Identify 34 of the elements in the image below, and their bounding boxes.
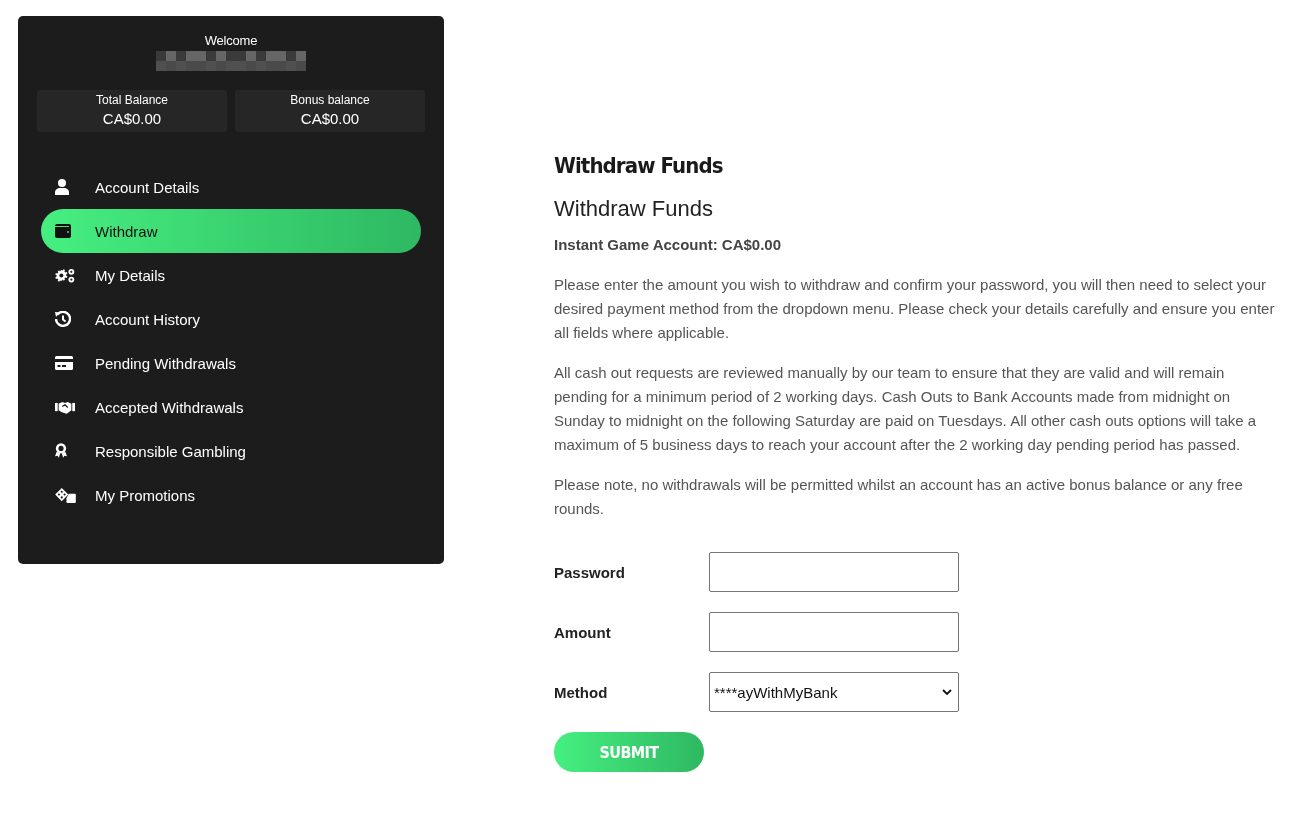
menu-item[interactable]: Withdraw xyxy=(41,209,421,253)
input-field[interactable] xyxy=(709,552,959,592)
wallet-icon xyxy=(55,224,71,238)
credit-card-icon xyxy=(55,356,73,370)
award-icon xyxy=(55,443,67,459)
method-dropdown[interactable]: ****ayWithMyBank xyxy=(709,672,959,712)
field-label: Password xyxy=(554,563,626,581)
menu-item[interactable]: Account Details xyxy=(41,165,421,209)
section-heading: Withdraw Funds xyxy=(554,195,714,223)
menu-item[interactable]: Pending Withdrawals xyxy=(41,341,421,385)
gears-icon xyxy=(55,267,75,283)
info-paragraph: Please enter the amount you wish to withdraw and confirm your password, you will then need to select your desired payment method from the dropdown menu. Please check your details carefully and ensure you enter all fields where applicable. xyxy=(554,275,1276,343)
info-paragraph: Please note, no withdrawals will be permitted whilst an account has an active bonus balance or any free rounds. xyxy=(554,475,1244,519)
page-title: Withdraw Funds xyxy=(554,152,724,180)
balance-label: Bonus balance xyxy=(290,93,370,108)
menu-item[interactable]: My Promotions xyxy=(41,473,421,517)
welcome-text: Welcome xyxy=(204,33,258,48)
balance-value: CA$0.00 xyxy=(300,109,360,129)
balance-value: CA$0.00 xyxy=(102,109,162,129)
dice-icon xyxy=(55,487,76,503)
user-icon xyxy=(55,179,69,195)
chevron-down-icon xyxy=(942,689,952,695)
field-label: Method xyxy=(554,683,609,701)
input-field[interactable] xyxy=(709,612,959,652)
balance-label: Total Balance xyxy=(95,93,168,108)
menu-item[interactable]: Account History xyxy=(41,297,421,341)
menu-item[interactable]: My Details xyxy=(41,253,421,297)
menu-item[interactable]: Accepted Withdrawals xyxy=(41,385,421,429)
info-paragraph: All cash out requests are reviewed manually by our team to ensure that they are valid and will remain pending for a minimum period of 2 working days. Cash Outs to Bank Accounts made from midnight on Sunday to midnight on the following Saturday are paid on Tuesdays. All other cash outs options will take a maximum of 5 business days to reach your account after the 2 working day pending period has passed. xyxy=(554,363,1258,455)
account-balance-text: Instant Game Account: CA$0.00 xyxy=(554,235,782,255)
handshake-icon xyxy=(55,400,75,414)
menu-item[interactable]: Responsible Gambling xyxy=(41,429,421,473)
field-label: Amount xyxy=(554,623,612,641)
history-icon xyxy=(55,311,71,327)
